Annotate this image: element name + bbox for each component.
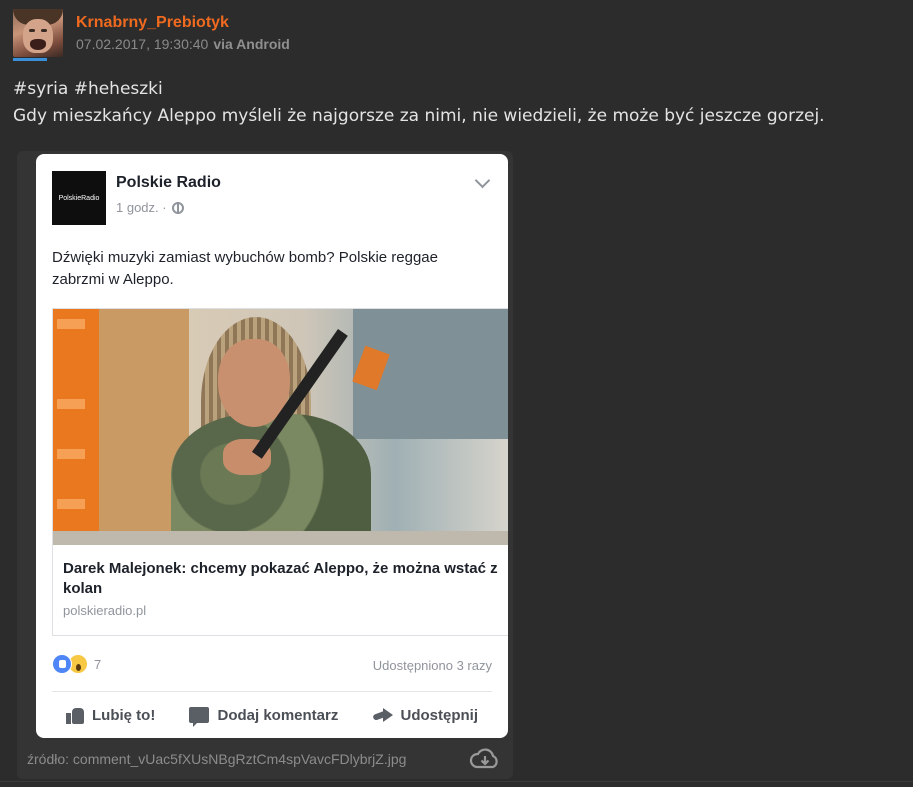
share-label: Udostępnij [400, 706, 479, 724]
avatar-image [13, 9, 63, 57]
page-name: Polskie Radio [116, 174, 221, 191]
time-text: 1 godz. · [116, 200, 167, 215]
comment-label: Dodaj komentarz [217, 706, 339, 724]
link-domain: polskieradio.pl [63, 603, 147, 618]
embedded-image-card: PolskieRadio Polskie Radio 1 godz. · Dźw… [17, 151, 513, 779]
chevron-down-icon [474, 172, 491, 189]
entry: Krnabrny_Prebiotyk 07.02.2017, 19:30:40 v… [0, 0, 913, 787]
post-tags[interactable]: #syria #heheszki [13, 76, 908, 103]
link-preview-image [53, 309, 508, 545]
avatar[interactable] [13, 9, 63, 61]
post-meta: 07.02.2017, 19:30:40 via Android [76, 36, 290, 52]
action-divider [52, 691, 492, 692]
link-preview: Darek Malejonek: chcemy pokazać Aleppo, … [52, 308, 508, 636]
comment-action: Dodaj komentarz [175, 706, 352, 727]
avatar-gender-bar [13, 58, 47, 61]
share-action: Udostępnij [359, 706, 493, 724]
image-source: źródło: comment_vUac5fXUsNBgRztCm4spVavc… [27, 751, 407, 767]
username-link[interactable]: Krnabrny_Prebiotyk [76, 14, 229, 32]
reaction-count: 7 [94, 656, 102, 672]
cloud-download-icon[interactable] [469, 748, 501, 770]
page-logo: PolskieRadio [52, 171, 106, 225]
share-arrow-icon [373, 707, 393, 723]
link-title: Darek Malejonek: chcemy pokazać Aleppo, … [63, 560, 498, 597]
like-label: Lubię to! [92, 706, 156, 724]
post-date[interactable]: 07.02.2017, 19:30:40 [76, 36, 208, 52]
entry-divider [0, 781, 913, 782]
thumbs-up-icon [66, 706, 84, 724]
post-body: #syria #heheszki Gdy mieszkańcy Aleppo m… [13, 76, 908, 130]
post-text: Gdy mieszkańcy Aleppo myśleli że najgors… [13, 106, 825, 126]
like-action: Lubię to! [52, 706, 169, 724]
like-reaction-icon [52, 654, 72, 674]
share-count: Udostępniono 3 razy [372, 658, 492, 673]
post-time: 1 godz. · [116, 200, 184, 215]
embedded-post-text: Dźwięki muzyki zamiast wybuchów bomb? Po… [52, 249, 438, 288]
post-via: via Android [213, 36, 290, 52]
reactions: 7 [52, 654, 101, 674]
action-bar: Lubię to! Dodaj komentarz Udostępnij [52, 706, 493, 727]
comment-icon [189, 707, 210, 727]
embedded-screenshot[interactable]: PolskieRadio Polskie Radio 1 godz. · Dźw… [36, 154, 508, 738]
globe-icon [171, 201, 184, 214]
